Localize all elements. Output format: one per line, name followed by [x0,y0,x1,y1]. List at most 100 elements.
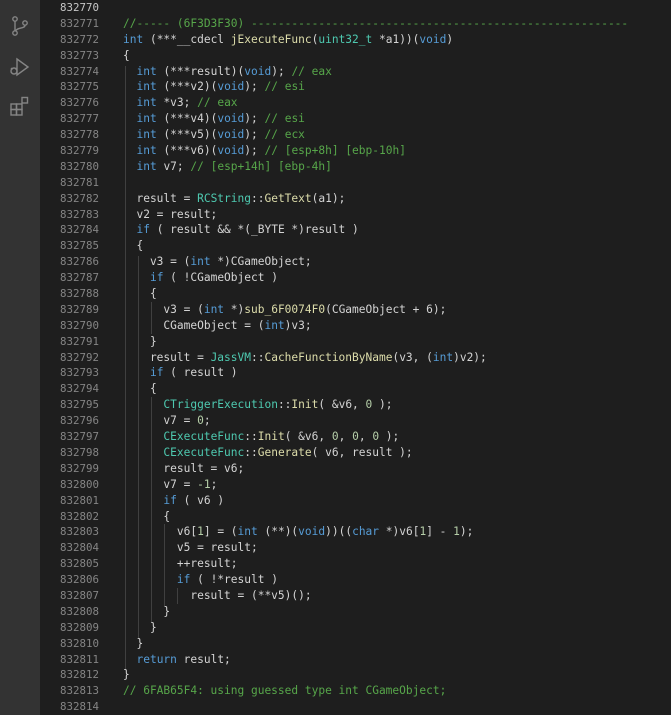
code-line[interactable]: 832800 v7 = -1; [40,477,671,493]
code-token: 0 [197,414,204,428]
code-line[interactable]: 832773 { [40,48,671,64]
code-line[interactable]: 832808 } [40,604,671,620]
code-line[interactable]: 832777 int (***v4)(void); // esi [40,111,671,127]
code-line[interactable]: 832794 { [40,381,671,397]
code-line[interactable]: 832770 [40,0,671,16]
code-token: (CGameObject + 6); [325,302,447,316]
code-line[interactable]: 832805 ++result; [40,556,671,572]
code-line[interactable]: 832791 } [40,334,671,350]
code-token: Generate [257,445,312,459]
code-text: int (***v6)(void); // [esp+8h] [ebp-10h] [123,143,405,159]
code-token: } [123,620,157,634]
code-token: CacheFunctionByName [264,350,393,364]
code-line[interactable]: 832801 if ( v6 ) [40,493,671,509]
code-line[interactable]: 832793 if ( result ) [40,365,671,381]
code-line[interactable]: 832807 result = (**v5)(); [40,588,671,604]
code-token: result; [176,652,231,666]
line-number: 832805 [60,557,100,571]
code-editor[interactable]: 832770 832771 //----- (6F3D3F30) ---------… [40,0,671,715]
code-line[interactable]: 832798 CExecuteFunc::Generate( v6, resul… [40,445,671,461]
code-line[interactable]: 832799 result = v6; [40,461,671,477]
code-line[interactable]: 832775 int (***v2)(void); // esi [40,79,671,95]
code-token: } [123,668,130,682]
code-token: )v2); [453,350,487,364]
line-number: 832802 [60,509,100,523]
code-token: (***v4)( [156,112,218,126]
code-line[interactable]: 832771 //----- (6F3D3F30) ---------------… [40,16,671,32]
code-line[interactable]: 832797 CExecuteFunc::Init( &v6, 0, 0, 0 … [40,429,671,445]
source-control-icon[interactable] [8,14,32,38]
code-token: ); [271,64,292,78]
code-token: int [203,302,225,316]
code-line[interactable]: 832812} [40,667,671,683]
code-token: int [237,525,258,539]
code-line[interactable]: 832796 v7 = 0; [40,413,671,429]
code-token: (**)( [257,525,299,539]
line-number: 832776 [60,96,100,110]
code-line[interactable]: 832788 { [40,286,671,302]
code-token: ); [379,430,400,444]
code-token: int [136,112,157,126]
code-token: ); [459,525,474,539]
code-line[interactable]: 832785 { [40,238,671,254]
code-token: (***v2)( [156,80,218,94]
code-line[interactable]: 832804 v5 = result; [40,540,671,556]
code-token: CExecuteFunc [163,445,245,459]
code-token: ( v6, result ); [311,445,413,459]
code-token: ; [203,414,211,428]
code-line[interactable]: 832811 return result; [40,652,671,668]
code-line[interactable]: 832787 if ( !CGameObject ) [40,270,671,286]
code-line[interactable]: 832810 } [40,636,671,652]
code-line[interactable]: 832772 int (***__cdecl jExecuteFunc(uint3… [40,32,671,48]
code-line[interactable]: 832795 CTriggerExecution::Init( &v6, 0 )… [40,397,671,413]
code-token: { [123,239,144,253]
code-line[interactable]: 832802 { [40,509,671,525]
code-line[interactable]: 832778 int (***v5)(void); // ecx [40,127,671,143]
code-token: ); [372,398,393,412]
line-number: 832780 [60,159,100,173]
code-token: // 6FAB65F4: using guessed type int CGam… [123,684,447,698]
code-line[interactable]: 832814 [40,699,671,715]
line-number: 832811 [60,652,100,666]
code-token: )v3; [284,318,312,332]
code-line[interactable]: 832784 if ( result && *(_BYTE *)result ) [40,222,671,238]
code-line[interactable]: 832789 v3 = (int *)sub_6F0074F0(CGameObj… [40,302,671,318]
code-line[interactable]: 832792 result = JassVM::CacheFunctionByN… [40,350,671,366]
code-line[interactable]: 832813 // 6FAB65F4: using guessed type in… [40,683,671,699]
code-token: ) [446,32,454,46]
code-line[interactable]: 832782 result = RCString::GetText(a1); [40,191,671,207]
code-token: int [136,80,157,94]
code-token: ( result && *(_BYTE *)result ) [149,223,359,237]
code-line[interactable]: 832809 } [40,620,671,636]
code-line[interactable]: 832783 v2 = result; [40,207,671,223]
code-line[interactable]: 832781 [40,175,671,191]
code-line[interactable]: 832786 v3 = (int *)CGameObject; [40,254,671,270]
code-token: ); [244,144,265,158]
code-text: } [123,636,143,652]
extensions-icon[interactable] [8,94,32,118]
code-token: // esi [264,80,305,94]
code-text: int *v3; // eax [123,95,237,111]
code-line[interactable]: 832774 int (***result)(void); // eax [40,64,671,80]
code-token: int [136,96,157,110]
code-line[interactable]: 832776 int *v3; // eax [40,95,671,111]
line-number: 832806 [60,573,100,587]
code-token: ); [244,112,265,126]
code-line[interactable]: 832779 int (***v6)(void); // [esp+8h] [e… [40,143,671,159]
code-token: int [264,318,285,332]
line-number: 832803 [60,525,100,539]
run-debug-icon[interactable] [8,55,32,79]
code-token: result = (**v5)(); [123,588,312,602]
line-number: 832812 [60,668,100,682]
code-line[interactable]: 832790 CGameObject = (int)v3; [40,318,671,334]
code-line[interactable]: 832806 if ( !*result ) [40,572,671,588]
code-token: void [244,64,272,78]
code-token: int [190,255,211,269]
code-token: { [123,48,130,62]
code-line[interactable]: 832780 int v7; // [esp+14h] [ebp-4h] [40,159,671,175]
line-number: 832799 [60,461,100,475]
code-line[interactable]: 832803 v6[1] = (int (**)(void))((char *)… [40,524,671,540]
